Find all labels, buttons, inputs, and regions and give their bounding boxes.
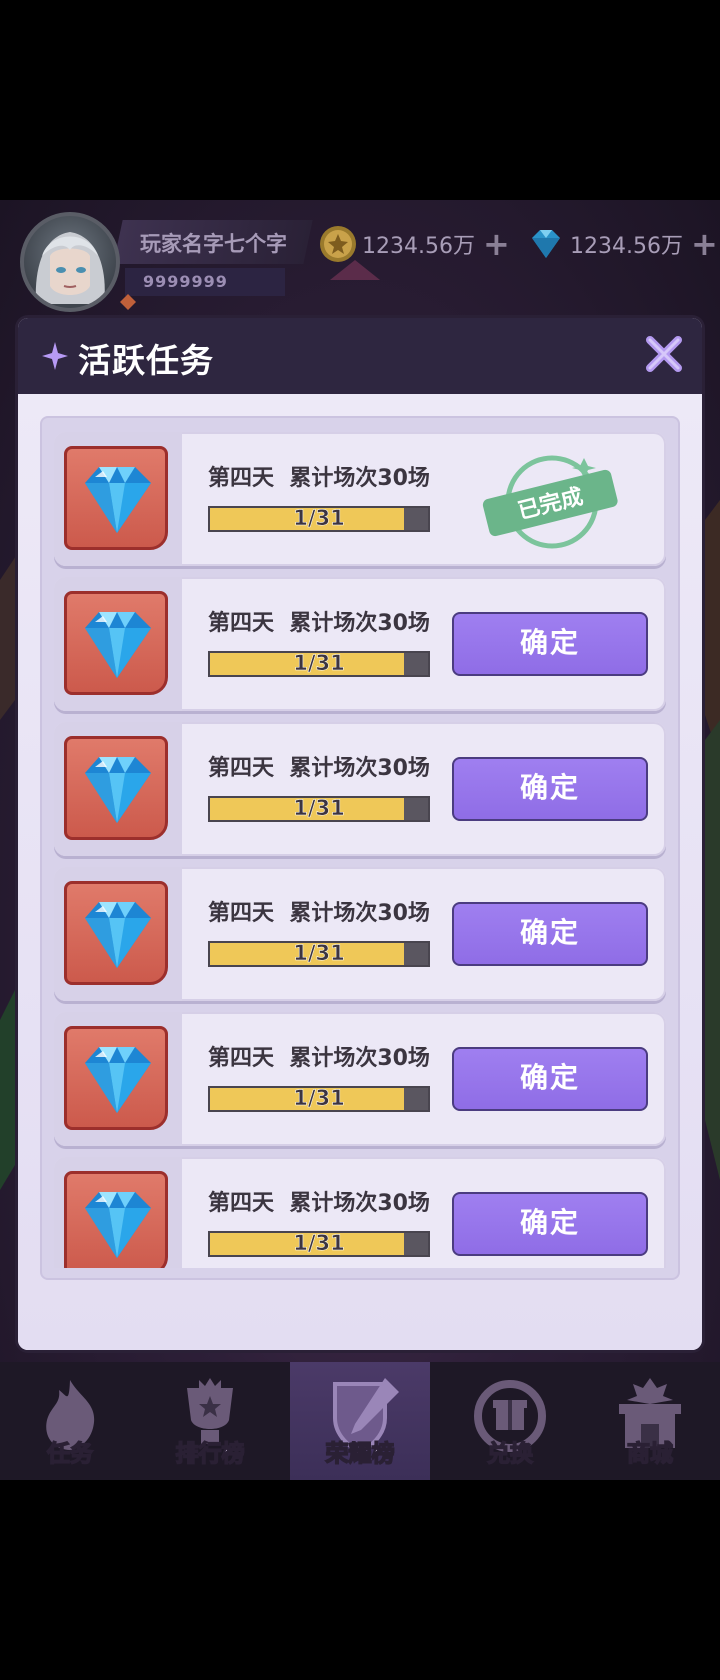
modal-title: 活跃任务 [78,341,214,380]
avatar[interactable] [20,212,120,312]
add-gem-button[interactable]: + [691,228,718,260]
task-progress-bar: 1/31 [208,1086,430,1112]
nav-label: 商城 [626,1440,674,1468]
task-row: 第四天 累计场次30场 1/31 确定 [54,722,666,856]
task-progress-bar: 1/31 [208,796,430,822]
reward-slot[interactable] [64,446,168,550]
reward-slot[interactable] [64,736,168,840]
progress-text: 1/31 [293,1086,345,1111]
confirm-button[interactable]: 确定 [452,902,648,966]
confirm-button[interactable]: 确定 [452,1047,648,1111]
modal-body: 第四天 累计场次30场 1/31 已完成 第四天 累计场次30场 1/31 确定 [18,394,702,1350]
gem-reward-icon [85,467,151,533]
nav-label: 任务 [46,1440,94,1468]
task-list[interactable]: 第四天 累计场次30场 1/31 已完成 第四天 累计场次30场 1/31 确定 [42,418,678,1268]
add-gold-button[interactable]: + [483,228,510,260]
gold-coin-icon [318,224,358,264]
task-progress-bar: 1/31 [208,651,430,677]
confirm-button[interactable]: 确定 [452,757,648,821]
gem-amount: 1234.56万 [570,234,683,259]
task-title: 第四天 累计场次30场 [208,611,430,636]
task-row: 第四天 累计场次30场 1/31 确定 [54,1157,666,1268]
gem-reward-icon [85,1047,151,1113]
completed-stamp-icon: 已完成 [482,455,618,549]
bottom-nav: 任务 排行榜 荣耀榜 兑换 商城 [0,1362,720,1480]
nav-item[interactable]: 任务 [0,1362,140,1480]
task-row: 第四天 累计场次30场 1/31 确定 [54,1012,666,1146]
gem-reward-icon [85,1192,151,1258]
game-screen: 玩家名字七个字 9999999 1234.56万 + 1234.56万 + 活跃… [0,200,720,1480]
reward-slot[interactable] [64,1026,168,1130]
task-list-frame: 第四天 累计场次30场 1/31 已完成 第四天 累计场次30场 1/31 确定 [40,416,680,1280]
task-row: 第四天 累计场次30场 1/31 确定 [54,867,666,1001]
task-progress-bar: 1/31 [208,941,430,967]
gold-currency: 1234.56万 + [318,222,510,266]
nav-item[interactable]: 荣耀榜 [290,1362,430,1480]
reward-slot[interactable] [64,591,168,695]
task-title: 第四天 累计场次30场 [208,756,430,781]
nav-item[interactable]: 兑换 [440,1362,580,1480]
gem-icon [526,224,566,264]
progress-text: 1/31 [293,796,345,821]
diamond-ornament-icon [120,294,136,310]
task-progress-bar: 1/31 [208,1231,430,1257]
modal-header: 活跃任务 [18,318,702,394]
task-title: 第四天 累计场次30场 [208,901,430,926]
task-title: 第四天 累计场次30场 [208,466,430,491]
reward-slot[interactable] [64,881,168,985]
gem-currency: 1234.56万 + [526,222,718,266]
confirm-button[interactable]: 确定 [452,612,648,676]
character-portrait-icon [35,232,105,304]
gem-reward-icon [85,902,151,968]
progress-text: 1/31 [293,941,345,966]
task-progress-bar: 1/31 [208,506,430,532]
player-id: 9999999 [143,272,228,291]
player-name: 玩家名字七个字 [140,232,287,256]
progress-text: 1/31 [293,506,345,531]
progress-text: 1/31 [293,1231,345,1256]
gem-reward-icon [85,757,151,823]
nav-item[interactable]: 商城 [580,1362,720,1480]
confirm-button[interactable]: 确定 [452,1192,648,1256]
task-title: 第四天 累计场次30场 [208,1046,430,1071]
sparkle-icon [42,342,68,370]
gem-reward-icon [85,612,151,678]
reward-slot[interactable] [64,1171,168,1268]
task-title: 第四天 累计场次30场 [208,1191,430,1216]
gold-amount: 1234.56万 [362,234,475,259]
task-row: 第四天 累计场次30场 1/31 确定 [54,577,666,711]
task-row: 第四天 累计场次30场 1/31 已完成 [54,432,666,566]
player-header: 玩家名字七个字 9999999 1234.56万 + 1234.56万 + [0,200,720,320]
nav-label: 荣耀榜 [325,1440,396,1468]
close-icon[interactable] [644,334,684,374]
nav-label: 兑换 [486,1440,534,1468]
progress-text: 1/31 [293,651,345,676]
nav-label: 排行榜 [175,1440,246,1468]
nav-item[interactable]: 排行榜 [140,1362,280,1480]
active-tasks-modal: 活跃任务 第四天 累计场次30场 1/31 已完成 第四天 累计场次30场 1/… [18,318,702,1350]
